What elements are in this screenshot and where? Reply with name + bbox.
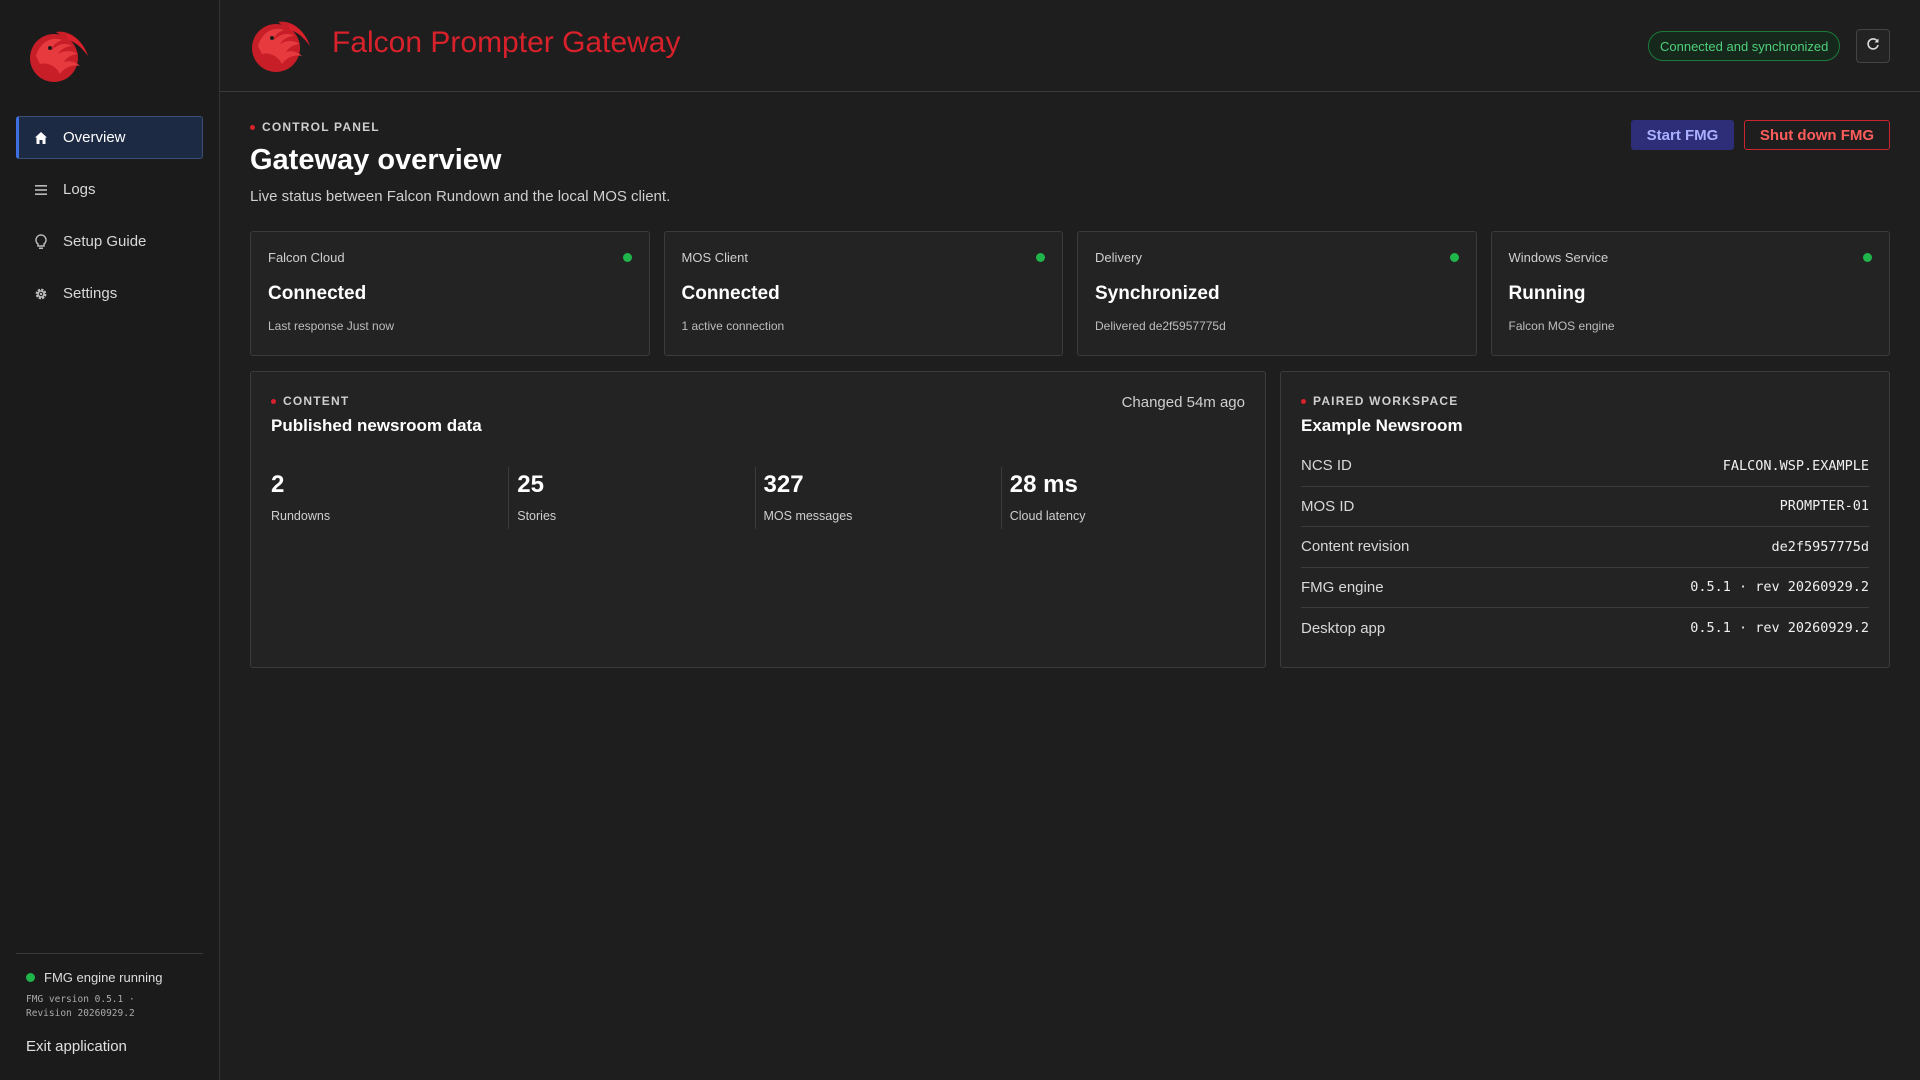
page-subtitle: Live status between Falcon Rundown and t… xyxy=(250,188,671,205)
changed-timestamp: Changed 54m ago xyxy=(1121,394,1245,411)
connection-status-badge: Connected and synchronized xyxy=(1648,31,1841,61)
section-tag-label: PAIRED WORKSPACE xyxy=(1313,394,1459,408)
status-dot xyxy=(1449,253,1459,262)
detail-row-ncs-id: NCS ID FALCON.WSP.EXAMPLE xyxy=(1301,446,1869,487)
card-subtext: 1 active connection xyxy=(681,319,785,333)
card-value: Synchronized xyxy=(1095,283,1220,304)
status-dot xyxy=(622,253,632,262)
detail-value: de2f5957775d xyxy=(1771,538,1869,555)
exit-application-link[interactable]: Exit application xyxy=(26,1038,127,1055)
sidebar-item-label: Logs xyxy=(63,181,96,198)
header: Falcon Prompter Gateway Connected and sy… xyxy=(220,0,1920,92)
card-label: Delivery xyxy=(1095,250,1142,265)
status-dot xyxy=(1036,253,1045,262)
bullet-dot xyxy=(271,398,276,404)
lightbulb-icon xyxy=(33,233,49,250)
detail-key: Content revision xyxy=(1301,538,1410,556)
status-card-delivery: Delivery Synchronized Delivered de2f5957… xyxy=(1077,231,1477,356)
section-tag-label: CONTROL PANEL xyxy=(262,120,380,134)
refresh-icon xyxy=(1866,37,1880,56)
status-dot xyxy=(1863,253,1872,262)
card-subtext: Delivered de2f5957775d xyxy=(1095,319,1226,333)
detail-row-fmg-engine: FMG engine 0.5.1 · rev 20260929.2 xyxy=(1301,568,1869,608)
bullet-dot xyxy=(1301,398,1306,404)
stat-label: Rundowns xyxy=(271,509,331,523)
sidebar: Overview Logs Setup Guide Settings FMG e… xyxy=(0,0,220,1080)
sidebar-item-label: Overview xyxy=(63,129,126,146)
status-dot xyxy=(26,973,35,982)
detail-key: FMG engine xyxy=(1301,578,1384,596)
detail-row-mos-id: MOS ID PROMPTER-01 xyxy=(1301,487,1869,527)
sidebar-item-label: Setup Guide xyxy=(63,233,147,250)
detail-value: 0.5.1 · rev 20260929.2 xyxy=(1690,579,1869,596)
list-icon xyxy=(33,182,49,198)
status-card-windows-service: Windows Service Running Falcon MOS engin… xyxy=(1490,231,1890,356)
detail-key: NCS ID xyxy=(1301,457,1352,475)
detail-key: Desktop app xyxy=(1301,619,1386,637)
section-tag-paired-workspace: PAIRED WORKSPACE xyxy=(1301,394,1458,408)
section-tag-label: CONTENT xyxy=(283,394,350,408)
sidebar-item-logs[interactable]: Logs xyxy=(16,168,203,211)
content-panel: CONTENT Published newsroom data Changed … xyxy=(250,371,1266,668)
stat-mos-messages: 327 MOS messages xyxy=(754,467,1001,529)
shutdown-fmg-button[interactable]: Shut down FMG xyxy=(1744,120,1890,150)
sidebar-nav: Overview Logs Setup Guide Settings xyxy=(16,116,203,324)
gear-icon xyxy=(33,286,49,302)
start-fmg-button[interactable]: Start FMG xyxy=(1631,120,1734,150)
detail-row-content-revision: Content revision de2f5957775d xyxy=(1301,527,1869,568)
engine-version: FMG version 0.5.1 · Revision 20260929.2 xyxy=(26,994,135,1019)
sidebar-item-label: Settings xyxy=(63,285,118,302)
content-stats: 2 Rundowns 25 Stories 327 MOS messages 2… xyxy=(271,467,1247,529)
engine-status-label: FMG engine running xyxy=(44,970,163,985)
stat-label: MOS messages xyxy=(763,509,853,523)
page-title: Gateway overview xyxy=(250,144,502,176)
card-subtext: Last response Just now xyxy=(268,319,395,333)
card-label: Falcon Cloud xyxy=(268,250,345,265)
section-tag-control-panel: CONTROL PANEL xyxy=(250,120,380,134)
stat-value: 25 xyxy=(517,471,544,498)
bullet-dot xyxy=(250,124,255,130)
stat-value: 28 ms xyxy=(1009,471,1078,498)
detail-row-desktop-app: Desktop app 0.5.1 · rev 20260929.2 xyxy=(1301,608,1869,649)
detail-value: 0.5.1 · rev 20260929.2 xyxy=(1690,620,1869,637)
card-label: Windows Service xyxy=(1508,250,1609,265)
stat-value: 2 xyxy=(271,471,285,498)
sidebar-divider xyxy=(16,953,203,954)
engine-status: FMG engine running xyxy=(26,970,163,985)
workspace-details: NCS ID FALCON.WSP.EXAMPLE MOS ID PROMPTE… xyxy=(1301,446,1869,649)
stat-rundowns: 2 Rundowns xyxy=(271,467,508,529)
section-tag-content: CONTENT xyxy=(271,394,349,408)
card-subtext: Falcon MOS engine xyxy=(1508,319,1615,333)
sidebar-item-settings[interactable]: Settings xyxy=(16,272,203,315)
stat-label: Cloud latency xyxy=(1009,509,1086,523)
panel-title: Published newsroom data xyxy=(271,416,482,435)
app-title: Falcon Prompter Gateway xyxy=(332,26,681,59)
home-icon xyxy=(33,130,49,146)
card-value: Connected xyxy=(268,283,367,304)
falcon-logo-icon xyxy=(26,26,90,84)
card-value: Connected xyxy=(681,283,780,304)
refresh-button[interactable] xyxy=(1856,29,1890,63)
stat-cloud-latency: 28 ms Cloud latency xyxy=(1000,467,1247,529)
detail-value: PROMPTER-01 xyxy=(1779,498,1869,515)
sidebar-item-overview[interactable]: Overview xyxy=(16,116,203,159)
status-card-falcon-cloud: Falcon Cloud Connected Last response Jus… xyxy=(250,231,650,356)
card-value: Running xyxy=(1508,283,1586,304)
detail-value: FALCON.WSP.EXAMPLE xyxy=(1722,457,1869,474)
stat-label: Stories xyxy=(517,509,557,523)
sidebar-item-setup-guide[interactable]: Setup Guide xyxy=(16,220,203,263)
stat-value: 327 xyxy=(763,471,804,498)
status-card-mos-client: MOS Client Connected 1 active connection xyxy=(663,231,1063,356)
status-cards: Falcon Cloud Connected Last response Jus… xyxy=(250,231,1890,356)
panel-title: Example Newsroom xyxy=(1301,416,1463,435)
falcon-logo-icon xyxy=(248,16,312,74)
detail-key: MOS ID xyxy=(1301,497,1355,515)
card-label: MOS Client xyxy=(681,250,748,265)
stat-stories: 25 Stories xyxy=(508,467,754,529)
paired-workspace-panel: PAIRED WORKSPACE Example Newsroom NCS ID… xyxy=(1280,371,1890,668)
